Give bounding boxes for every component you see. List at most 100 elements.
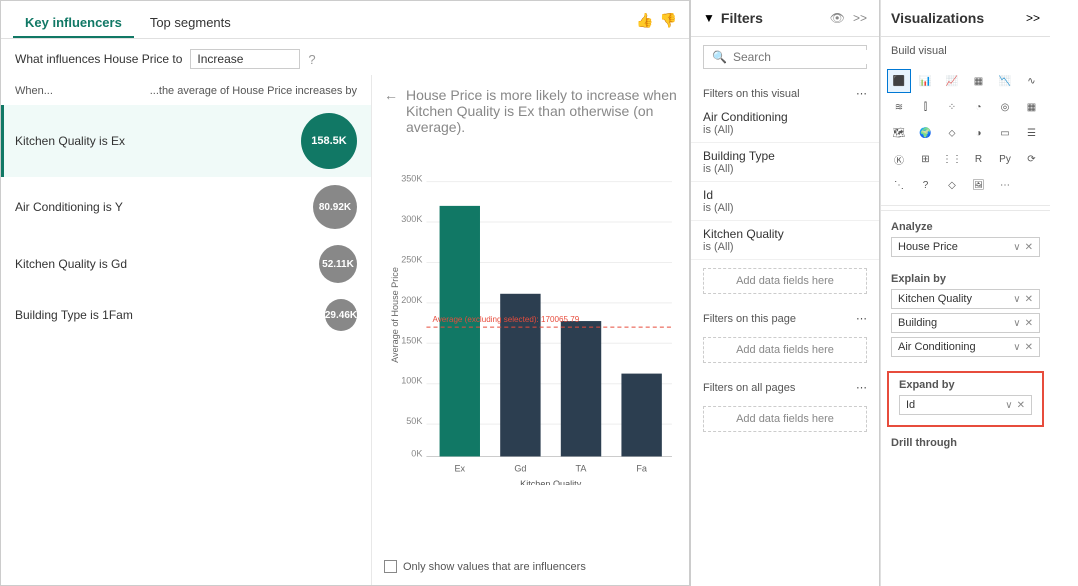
bar-ex[interactable] <box>440 206 480 457</box>
stacked-bar-icon[interactable]: ⬛ <box>887 69 911 93</box>
filter-item-value: is (All) <box>703 163 867 175</box>
list-item[interactable]: Building Type is 1Fam 29.46K <box>1 291 371 339</box>
chart-title: ← House Price is more likely to increase… <box>384 87 677 135</box>
tab-key-influencers[interactable]: Key influencers <box>13 9 134 38</box>
gauge-icon[interactable]: ◑ <box>967 121 991 145</box>
filter-item[interactable]: Id is (All) <box>691 182 879 221</box>
kitchen-quality-value: Kitchen Quality <box>898 293 1013 305</box>
python-icon[interactable]: Py <box>993 147 1017 171</box>
influencer-bar-container: 29.46K <box>186 299 357 331</box>
list-item[interactable]: Kitchen Quality is Gd 52.11K <box>1 237 371 291</box>
decomp-tree-icon[interactable]: ⋱ <box>887 173 911 197</box>
filters-title: Filters <box>721 10 824 26</box>
card-icon[interactable]: ▭ <box>993 121 1017 145</box>
expand-by-section: Expand by Id ∨ ✕ <box>887 371 1044 427</box>
bar-chart-icon[interactable]: 📊 <box>914 69 938 93</box>
visual-filter-items: Air Conditioning is (All) Building Type … <box>691 104 879 260</box>
pie-chart-icon[interactable]: ◔ <box>967 95 991 119</box>
filled-map-icon[interactable]: 🌍 <box>914 121 938 145</box>
filter-item-name: Building Type <box>703 149 867 163</box>
filter-item[interactable]: Kitchen Quality is (All) <box>691 221 879 260</box>
expand-id-field[interactable]: Id ∨ ✕ <box>899 395 1032 415</box>
map-icon[interactable]: 🗺 <box>887 121 911 145</box>
back-arrow-icon[interactable]: ← <box>384 87 398 103</box>
filter-eye-icon[interactable]: 👁 <box>830 11 845 25</box>
area-chart-icon[interactable]: ∿ <box>1020 69 1044 93</box>
viz-icons-grid: ⬛ 📊 📈 ▦ 📉 ∿ ≋ ⫿ ⁘ ◔ ◎ ▦ 🗺 🌍 ⬦ ◑ ▭ ☰ Ⓚ ⊞ … <box>881 61 1050 206</box>
funnel-icon[interactable]: ⬦ <box>940 121 964 145</box>
more-visuals-icon[interactable]: ⋯ <box>993 173 1017 197</box>
filters-on-visual-header: Filters on this visual ⋯ <box>691 77 879 104</box>
list-item[interactable]: Air Conditioning is Y 80.92K <box>1 177 371 237</box>
air-conditioning-value: Air Conditioning <box>898 341 1013 353</box>
chevron-down-icon[interactable]: ∨ <box>1013 242 1020 253</box>
help-icon[interactable]: ? <box>308 52 315 67</box>
explain-air-conditioning-field[interactable]: Air Conditioning ∨ ✕ <box>891 337 1040 357</box>
stacked-col-icon[interactable]: ▦ <box>967 69 991 93</box>
direction-select[interactable]: Increase Decrease <box>190 49 300 69</box>
filter-expand-icon[interactable]: >> <box>853 11 867 25</box>
chevron-down-icon-3[interactable]: ∨ <box>1013 318 1020 329</box>
filter-item-name: Kitchen Quality <box>703 227 867 241</box>
close-icon-4[interactable]: ✕ <box>1025 342 1033 353</box>
ribbon-chart-icon[interactable]: ≋ <box>887 95 911 119</box>
tab-top-segments[interactable]: Top segments <box>138 9 243 38</box>
r-visual-icon[interactable]: R <box>967 147 991 171</box>
close-icon[interactable]: ✕ <box>1025 242 1033 253</box>
close-icon-5[interactable]: ✕ <box>1017 400 1025 411</box>
column-chart-icon[interactable]: 📈 <box>940 69 964 93</box>
svg-text:Gd: Gd <box>514 464 526 474</box>
influencer-list: When... ...the average of House Price in… <box>1 75 371 585</box>
selection-bar <box>1 105 4 177</box>
main-content: When... ...the average of House Price in… <box>1 75 689 585</box>
key-influencer-icon[interactable]: ⟳ <box>1020 147 1044 171</box>
more-options-icon[interactable]: ⋯ <box>856 87 867 100</box>
donut-icon[interactable]: ◎ <box>993 95 1017 119</box>
viz-expand-icon[interactable]: >> <box>1026 11 1040 25</box>
bar-ta[interactable] <box>561 321 601 456</box>
add-all-pages-fields-btn[interactable]: Add data fields here <box>703 406 867 432</box>
kpi-icon[interactable]: Ⓚ <box>887 147 911 171</box>
analyze-field-dropdown[interactable]: House Price ∨ ✕ <box>891 237 1040 257</box>
filters-on-all-pages-header: Filters on all pages ⋯ <box>691 371 879 398</box>
bar-fa[interactable] <box>621 374 661 457</box>
filters-on-page-header: Filters on this page ⋯ <box>691 302 879 329</box>
add-page-fields-btn[interactable]: Add data fields here <box>703 337 867 363</box>
search-input[interactable] <box>733 50 880 64</box>
svg-text:Fa: Fa <box>636 464 648 474</box>
bar-chart: Average of House Price 350K 300K 250K 20… <box>384 145 677 485</box>
explain-building-field[interactable]: Building ∨ ✕ <box>891 313 1040 333</box>
more-options-icon-3[interactable]: ⋯ <box>856 381 867 394</box>
thumbs-down-icon[interactable]: 👎 <box>660 12 677 29</box>
multirow-card-icon[interactable]: ☰ <box>1020 121 1044 145</box>
filter-item-name: Id <box>703 188 867 202</box>
filter-item[interactable]: Air Conditioning is (All) <box>691 104 879 143</box>
chevron-down-icon-5[interactable]: ∨ <box>1005 400 1012 411</box>
list-item[interactable]: Kitchen Quality is Ex 158.5K <box>1 105 371 177</box>
add-visual-fields-btn[interactable]: Add data fields here <box>703 268 867 294</box>
influencers-only-checkbox[interactable] <box>384 560 397 573</box>
scatter-icon[interactable]: ⁘ <box>940 95 964 119</box>
more-options-icon-2[interactable]: ⋯ <box>856 312 867 325</box>
analyze-section: Analyze House Price ∨ ✕ <box>881 215 1050 267</box>
chevron-down-icon-4[interactable]: ∨ <box>1013 342 1020 353</box>
qa-icon[interactable]: ? <box>914 173 938 197</box>
search-box[interactable]: 🔍 <box>703 45 867 69</box>
filter-item[interactable]: Building Type is (All) <box>691 143 879 182</box>
treemap-icon[interactable]: ▦ <box>1020 95 1044 119</box>
close-icon-3[interactable]: ✕ <box>1025 318 1033 329</box>
chevron-down-icon-2[interactable]: ∨ <box>1013 294 1020 305</box>
image-icon[interactable]: 🖼 <box>967 173 991 197</box>
matrix-icon[interactable]: ⋮⋮ <box>940 147 964 171</box>
left-panel: Key influencers Top segments 👍 👎 What in… <box>0 0 690 586</box>
table-icon[interactable]: ⊞ <box>914 147 938 171</box>
shape-icon[interactable]: ◇ <box>940 173 964 197</box>
thumbs-up-icon[interactable]: 👍 <box>636 12 653 29</box>
explain-kitchen-quality-field[interactable]: Kitchen Quality ∨ ✕ <box>891 289 1040 309</box>
svg-text:TA: TA <box>576 464 588 474</box>
svg-text:350K: 350K <box>401 174 422 184</box>
line-chart-icon[interactable]: 📉 <box>993 69 1017 93</box>
close-icon-2[interactable]: ✕ <box>1025 294 1033 305</box>
svg-text:300K: 300K <box>401 214 422 224</box>
waterfall-icon[interactable]: ⫿ <box>914 95 938 119</box>
